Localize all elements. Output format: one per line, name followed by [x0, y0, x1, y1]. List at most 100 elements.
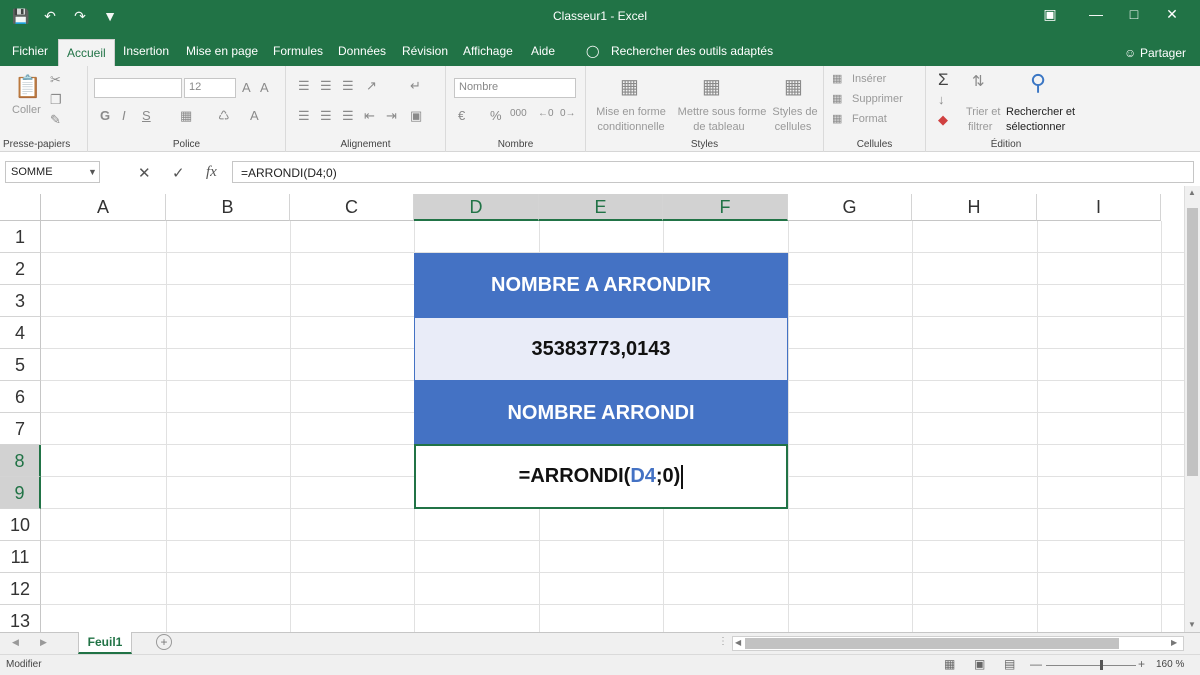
- row-header-10[interactable]: 10: [0, 509, 41, 541]
- prev-sheet-icon[interactable]: ◀: [12, 637, 19, 648]
- sort-filter-label-1[interactable]: Trier et: [966, 106, 1000, 118]
- tab-insertion[interactable]: Insertion: [123, 44, 169, 58]
- increase-font-icon[interactable]: A: [242, 80, 251, 95]
- column-header-e[interactable]: E: [539, 194, 663, 221]
- ribbon-display-icon[interactable]: ▣: [1040, 6, 1060, 23]
- delete-button[interactable]: Supprimer: [852, 93, 903, 105]
- insert-function-icon[interactable]: fx: [206, 164, 217, 181]
- scroll-up-icon[interactable]: ▲: [1188, 188, 1196, 197]
- scroll-down-icon[interactable]: ▼: [1188, 620, 1196, 629]
- page-layout-view-icon[interactable]: ▣: [974, 657, 985, 671]
- row-header-7[interactable]: 7: [0, 413, 41, 445]
- tab-accueil[interactable]: Accueil: [58, 39, 115, 66]
- align-center-icon[interactable]: ☰: [320, 108, 332, 124]
- row-header-2[interactable]: 2: [0, 253, 41, 285]
- sort-filter-icon[interactable]: ⇅: [972, 72, 985, 90]
- thousands-icon[interactable]: 000: [510, 108, 527, 119]
- row-header-11[interactable]: 11: [0, 541, 41, 573]
- tab-affichage[interactable]: Affichage: [463, 44, 513, 58]
- select-all-corner[interactable]: [0, 194, 41, 221]
- increase-indent-icon[interactable]: ⇥: [386, 108, 397, 124]
- column-header-c[interactable]: C: [290, 194, 414, 221]
- cut-icon[interactable]: ✂: [50, 72, 61, 88]
- row-header-3[interactable]: 3: [0, 285, 41, 317]
- find-select-label-2[interactable]: sélectionner: [1006, 121, 1065, 133]
- fill-color-icon[interactable]: ♺: [218, 108, 230, 124]
- align-middle-icon[interactable]: ☰: [320, 78, 332, 94]
- merge-center-icon[interactable]: ▣: [410, 108, 422, 124]
- horizontal-scrollbar[interactable]: ◀ ▶: [732, 636, 1184, 651]
- insert-icon[interactable]: ▦: [832, 72, 842, 85]
- align-bottom-icon[interactable]: ☰: [342, 78, 354, 94]
- increase-decimal-icon[interactable]: ←0: [538, 108, 554, 119]
- column-header-f[interactable]: F: [663, 194, 788, 221]
- tab-fichier[interactable]: Fichier: [12, 44, 48, 58]
- tab-mise-en-page[interactable]: Mise en page: [186, 44, 258, 58]
- align-right-icon[interactable]: ☰: [342, 108, 354, 124]
- column-header-g[interactable]: G: [788, 194, 912, 221]
- align-top-icon[interactable]: ☰: [298, 78, 310, 94]
- close-icon[interactable]: ✕: [1162, 6, 1182, 23]
- next-sheet-icon[interactable]: ▶: [40, 637, 47, 648]
- zoom-level[interactable]: 160 %: [1156, 659, 1184, 670]
- maximize-icon[interactable]: □: [1124, 6, 1144, 22]
- add-sheet-icon[interactable]: +: [156, 634, 172, 650]
- column-header-b[interactable]: B: [166, 194, 290, 221]
- decrease-indent-icon[interactable]: ⇤: [364, 108, 375, 124]
- tell-me-search[interactable]: Rechercher des outils adaptés: [611, 44, 773, 58]
- cell-styles-icon[interactable]: ▦: [784, 74, 803, 99]
- currency-icon[interactable]: €: [458, 108, 465, 123]
- zoom-in-icon[interactable]: +: [1138, 657, 1145, 671]
- zoom-slider[interactable]: [1046, 665, 1136, 666]
- vertical-scrollbar[interactable]: ▲ ▼: [1184, 186, 1200, 634]
- sheet-tab-feuil1[interactable]: Feuil1: [78, 632, 132, 654]
- formula-input[interactable]: =ARRONDI(D4;0): [232, 161, 1194, 183]
- cancel-icon[interactable]: ✕: [138, 164, 151, 182]
- split-handle-icon[interactable]: ⋮: [718, 636, 728, 647]
- zoom-slider-thumb[interactable]: [1100, 660, 1103, 670]
- format-painter-icon[interactable]: ✎: [50, 112, 61, 128]
- paste-icon[interactable]: 📋: [14, 74, 41, 100]
- autosum-icon[interactable]: Σ: [938, 70, 949, 90]
- tab-revision[interactable]: Révision: [402, 44, 448, 58]
- find-select-icon[interactable]: ⚲: [1030, 70, 1046, 96]
- font-color-icon[interactable]: A: [250, 108, 259, 123]
- align-left-icon[interactable]: ☰: [298, 108, 310, 124]
- name-box-dropdown-icon[interactable]: ▼: [88, 167, 97, 177]
- font-name-combo[interactable]: [94, 78, 182, 98]
- share-button[interactable]: Partager: [1140, 46, 1186, 60]
- enter-icon[interactable]: ✓: [172, 164, 185, 182]
- column-header-h[interactable]: H: [912, 194, 1037, 221]
- vertical-scroll-thumb[interactable]: [1187, 208, 1198, 476]
- conditional-format-label-2[interactable]: conditionnelle: [592, 121, 670, 133]
- italic-button[interactable]: I: [122, 108, 126, 123]
- font-size-combo[interactable]: 12: [184, 78, 236, 98]
- formula-cell-d8[interactable]: =ARRONDI(D4 ;0): [414, 444, 788, 509]
- row-header-6[interactable]: 6: [0, 381, 41, 413]
- name-box[interactable]: SOMME: [5, 161, 100, 183]
- decrease-decimal-icon[interactable]: 0→: [560, 108, 576, 119]
- clear-icon[interactable]: ◆: [938, 112, 948, 128]
- value-cell-d4[interactable]: 35383773,0143: [414, 317, 788, 381]
- sort-filter-label-2[interactable]: filtrer: [968, 121, 992, 133]
- format-as-table-label-2[interactable]: de tableau: [674, 121, 764, 133]
- orientation-icon[interactable]: ↗: [366, 78, 377, 94]
- scroll-left-icon[interactable]: ◀: [735, 638, 741, 647]
- delete-icon[interactable]: ▦: [832, 92, 842, 105]
- insert-button[interactable]: Insérer: [852, 73, 886, 85]
- decrease-font-icon[interactable]: A: [260, 80, 269, 95]
- row-header-4[interactable]: 4: [0, 317, 41, 349]
- conditional-format-icon[interactable]: ▦: [620, 74, 639, 99]
- row-header-9[interactable]: 9: [0, 477, 41, 509]
- number-format-combo[interactable]: Nombre: [454, 78, 576, 98]
- cell-styles-label-2[interactable]: cellules: [770, 121, 816, 133]
- find-select-label-1[interactable]: Rechercher et: [1006, 106, 1075, 118]
- wrap-text-icon[interactable]: ↵: [410, 78, 421, 94]
- copy-icon[interactable]: ❐: [50, 92, 62, 108]
- format-as-table-icon[interactable]: ▦: [702, 74, 721, 99]
- percent-icon[interactable]: %: [490, 108, 502, 123]
- scroll-right-icon[interactable]: ▶: [1171, 638, 1177, 647]
- header-cell-nombre-a-arrondir[interactable]: NOMBRE A ARRONDIR: [414, 253, 788, 317]
- cell-styles-label-1[interactable]: Styles de: [770, 106, 820, 118]
- column-header-a[interactable]: A: [41, 194, 166, 221]
